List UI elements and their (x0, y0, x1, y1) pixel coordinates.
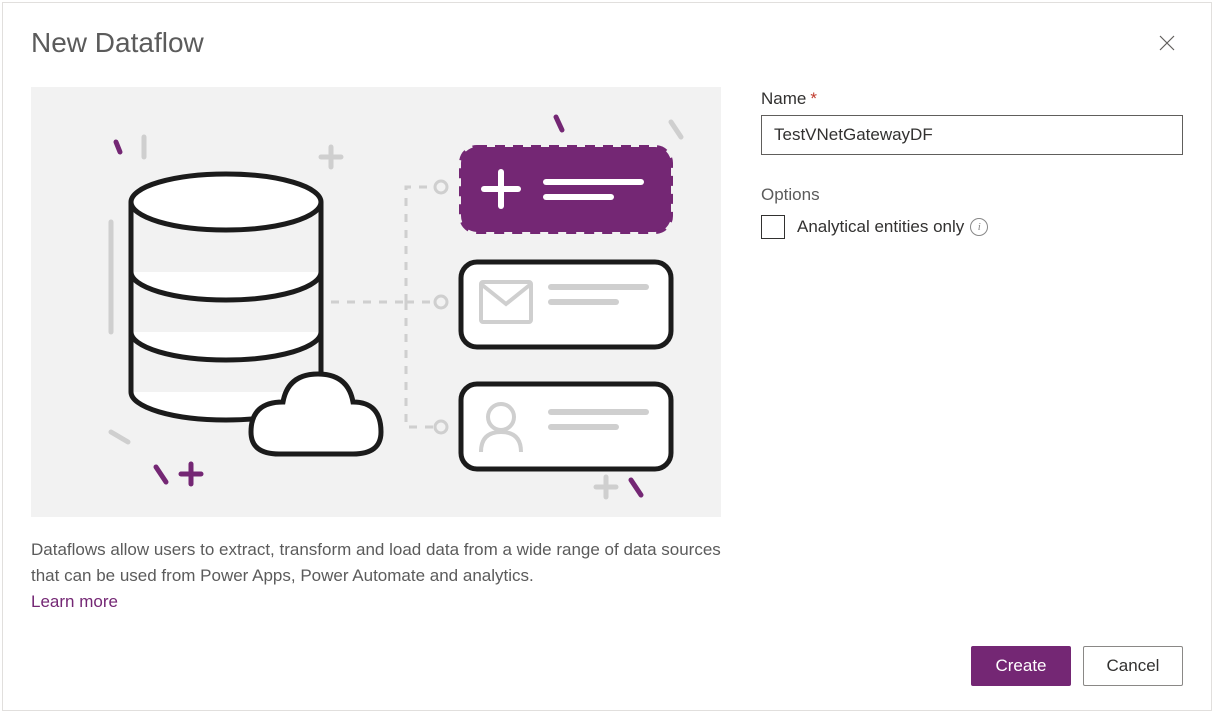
new-dataflow-dialog: New Dataflow (2, 2, 1212, 711)
dialog-body: Dataflows allow users to extract, transf… (3, 59, 1211, 640)
close-icon (1159, 35, 1175, 51)
illustration-svg (56, 102, 696, 502)
learn-more-link[interactable]: Learn more (31, 592, 118, 612)
dialog-description: Dataflows allow users to extract, transf… (31, 537, 721, 588)
info-icon[interactable]: i (970, 218, 988, 236)
name-input[interactable] (761, 115, 1183, 155)
required-indicator: * (810, 89, 817, 108)
analytical-entities-label-text: Analytical entities only (797, 217, 964, 237)
options-label: Options (761, 185, 1183, 205)
right-column: Name* Options Analytical entities only i (761, 87, 1183, 612)
analytical-entities-label: Analytical entities only i (797, 217, 988, 237)
left-column: Dataflows allow users to extract, transf… (31, 87, 721, 612)
close-button[interactable] (1151, 27, 1183, 59)
analytical-entities-row: Analytical entities only i (761, 215, 1183, 239)
dialog-title: New Dataflow (31, 27, 204, 59)
dialog-header: New Dataflow (3, 3, 1211, 59)
cancel-button[interactable]: Cancel (1083, 646, 1183, 686)
name-label-text: Name (761, 89, 806, 108)
analytical-entities-checkbox[interactable] (761, 215, 785, 239)
dataflow-illustration (31, 87, 721, 517)
name-label: Name* (761, 89, 1183, 109)
dialog-footer: Create Cancel (971, 646, 1183, 686)
create-button[interactable]: Create (971, 646, 1071, 686)
